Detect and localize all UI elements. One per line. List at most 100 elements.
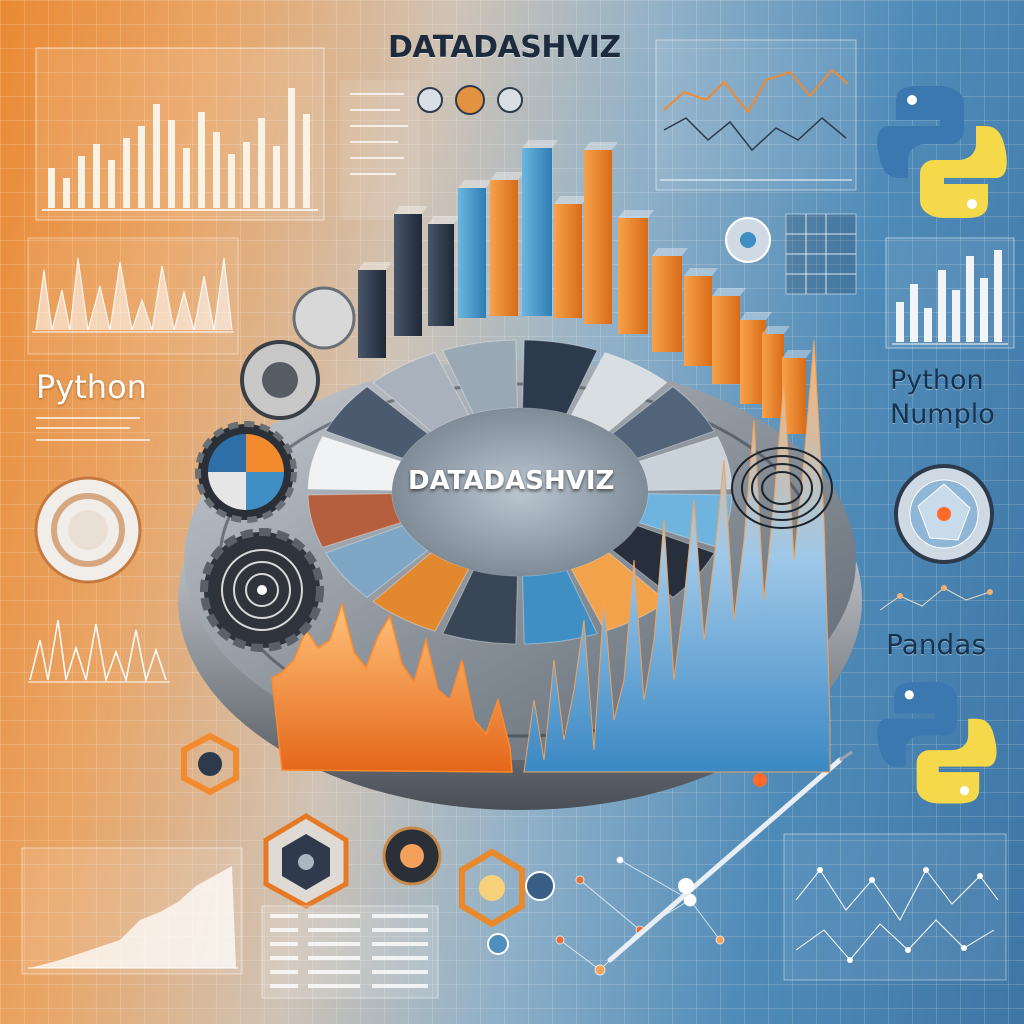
data-table-bottom xyxy=(261,905,439,999)
left-caption-lines xyxy=(36,417,150,441)
hexagon-node-icon xyxy=(181,732,239,796)
python-logo-icon xyxy=(877,682,997,804)
bar-3d xyxy=(394,214,422,336)
table-cell xyxy=(270,970,298,974)
decor-bar xyxy=(153,104,160,208)
network-graph-bottom xyxy=(555,856,725,976)
table-cell xyxy=(372,984,428,988)
bar-3d-cap xyxy=(394,206,428,214)
table-cell xyxy=(270,928,298,932)
panel-bottom-right-network xyxy=(783,833,1007,981)
bar-3d xyxy=(554,204,582,318)
bar-3d-cap xyxy=(618,210,654,218)
table-cell xyxy=(308,914,360,918)
panel-top-left-bars xyxy=(35,47,325,221)
decor-bar xyxy=(63,178,70,208)
panel-right-bars xyxy=(885,237,1015,349)
table-cell xyxy=(270,942,298,946)
decor-bar xyxy=(198,112,205,208)
table-cell xyxy=(308,984,360,988)
hexagon-group-left xyxy=(263,813,442,909)
radar-chart-icon xyxy=(894,464,994,564)
bar-3d-cap xyxy=(458,180,492,188)
table-cell xyxy=(372,956,428,960)
decor-bar xyxy=(48,168,55,208)
table-cell xyxy=(308,956,360,960)
table-cell xyxy=(270,914,298,918)
decor-bar xyxy=(896,302,904,342)
label-python: Python xyxy=(36,368,147,406)
bar-3d xyxy=(762,334,784,418)
table-cell xyxy=(270,956,298,960)
bar-3d-cap xyxy=(684,268,718,276)
table-cell xyxy=(372,928,428,932)
decor-bar xyxy=(258,118,265,208)
decor-bar xyxy=(273,146,280,208)
label-pandas: Pandas xyxy=(886,628,987,661)
decor-bar xyxy=(228,154,235,208)
panel-bottom-left-area xyxy=(21,847,243,975)
ring-icon xyxy=(34,476,142,584)
bar-3d-cap xyxy=(740,312,772,320)
bar-3d-cap xyxy=(358,262,392,270)
decor-bar xyxy=(303,114,310,208)
bar-3d-cap xyxy=(584,142,618,150)
infographic-canvas: DATADASHVIZ DATADASHVIZ Python Python Nu… xyxy=(0,0,1024,1024)
decor-bar xyxy=(93,144,100,208)
table-cell xyxy=(308,942,360,946)
bar-3d-cap xyxy=(782,350,812,358)
decor-bar xyxy=(910,284,918,342)
panel-top-right-line xyxy=(655,39,857,191)
panel-right-small-grid xyxy=(725,213,857,295)
decor-bar xyxy=(952,290,960,342)
table-cell xyxy=(308,970,360,974)
bar-3d xyxy=(712,296,740,384)
decor-bar xyxy=(123,138,130,208)
decor-bar xyxy=(288,88,295,208)
decor-bar xyxy=(213,132,220,208)
bar-3d xyxy=(618,218,648,334)
bar-3d-cap xyxy=(554,196,588,204)
title-top: DATADASHVIZ xyxy=(388,30,621,65)
bar-3d-cap xyxy=(652,248,688,256)
table-cell xyxy=(372,914,428,918)
bar-3d xyxy=(490,180,518,316)
bar-3d xyxy=(652,256,682,352)
bar-3d xyxy=(522,148,552,316)
bar-3d xyxy=(684,276,712,366)
bar-3d xyxy=(428,224,454,326)
bar-3d-cap xyxy=(428,216,460,224)
decor-bar xyxy=(924,308,932,342)
table-cell xyxy=(372,970,428,974)
table-cell xyxy=(270,984,298,988)
label-python-numplo: Python Numplo xyxy=(890,365,995,430)
decor-bar xyxy=(183,148,190,208)
bar-3d xyxy=(584,150,612,324)
decor-bar xyxy=(108,160,115,208)
bar-3d xyxy=(458,188,486,318)
bar-3d-cap xyxy=(522,140,558,148)
table-cell xyxy=(308,928,360,932)
bar-3d-cap xyxy=(712,288,746,296)
gear-icon xyxy=(195,421,297,523)
panel-right-scatter xyxy=(879,585,993,611)
decor-bar xyxy=(966,256,974,342)
gear-icon xyxy=(200,528,324,652)
panel-left-spikes xyxy=(27,237,239,355)
python-logo-icon xyxy=(877,86,1007,218)
bar-3d-cap xyxy=(490,172,524,180)
panel-left-lower-spikes xyxy=(28,619,170,683)
illustration-layer xyxy=(21,39,1015,999)
decor-bar xyxy=(938,270,946,342)
decor-bar xyxy=(994,250,1002,342)
decor-bar xyxy=(78,156,85,208)
table-cell xyxy=(372,942,428,946)
decor-bar xyxy=(980,278,988,342)
hexagon-gold-icon xyxy=(459,848,555,955)
title-center: DATADASHVIZ xyxy=(408,466,615,496)
bar-3d-cap xyxy=(762,326,790,334)
decor-bar xyxy=(138,126,145,208)
decor-bar xyxy=(168,120,175,208)
decor-bar xyxy=(243,142,250,208)
bar-3d xyxy=(358,270,386,358)
